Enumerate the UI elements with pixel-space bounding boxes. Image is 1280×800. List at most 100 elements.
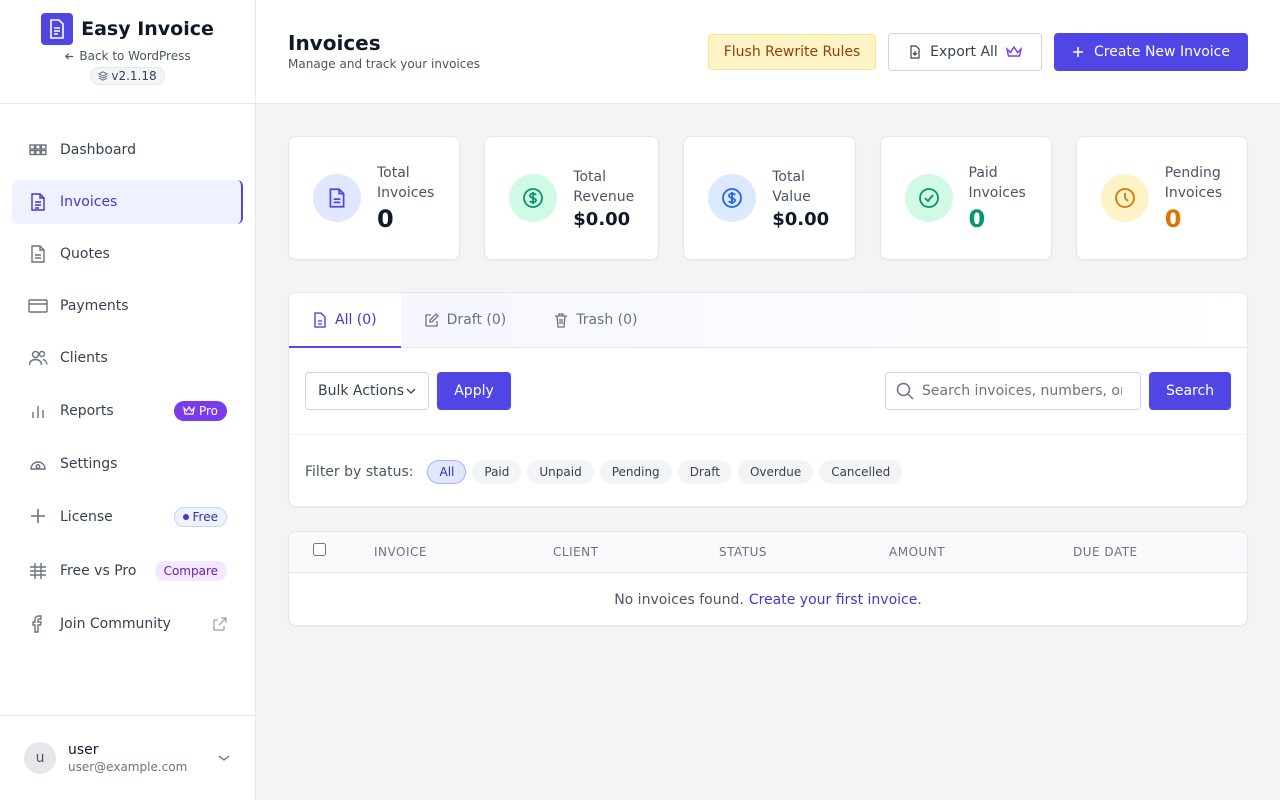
sidebar-item-license[interactable]: License Free	[12, 494, 243, 540]
clock-icon	[1100, 174, 1149, 222]
tab-all[interactable]: All (0)	[289, 293, 401, 348]
sidebar-item-reports[interactable]: Reports Pro	[12, 388, 243, 434]
trash-icon	[554, 312, 568, 328]
filter-chip-unpaid[interactable]: Unpaid	[527, 459, 594, 484]
stat-value: $0.00	[573, 208, 631, 230]
filter-chip-all[interactable]: All	[427, 459, 467, 484]
flush-rewrite-rules-button[interactable]: Flush Rewrite Rules	[708, 34, 876, 70]
document-icon	[28, 192, 48, 212]
external-link-icon	[213, 617, 227, 631]
tab-label: Trash (0)	[576, 312, 638, 328]
invoice-table: INVOICE CLIENT STATUS AMOUNT DUE DATE No…	[288, 531, 1248, 626]
tab-draft[interactable]: Draft (0)	[401, 293, 531, 347]
sidebar-item-free-vs-pro[interactable]: Free vs Pro Compare	[12, 548, 243, 594]
compare-badge: Compare	[154, 561, 227, 581]
dollar-circle-icon	[509, 174, 558, 222]
filter-chip-paid[interactable]: Paid	[472, 459, 522, 484]
bulk-actions-label: Bulk Actions	[318, 383, 405, 399]
stat-card-total-revenue: Total Revenue $0.00	[484, 136, 660, 260]
create-new-invoice-button[interactable]: Create New Invoice	[1054, 33, 1248, 71]
stat-value: $0.00	[772, 208, 830, 230]
sidebar-item-quotes[interactable]: Quotes	[12, 232, 243, 276]
column-header-status[interactable]: STATUS	[719, 545, 767, 559]
sidebar-item-label: Reports	[60, 403, 114, 419]
tab-label: Draft (0)	[446, 312, 507, 328]
stat-card-pending-invoices: Pending Invoices 0	[1075, 136, 1249, 260]
column-header-client[interactable]: CLIENT	[553, 545, 599, 559]
search-icon	[896, 382, 914, 400]
tab-trash[interactable]: Trash (0)	[530, 293, 661, 347]
status-dot-icon	[182, 514, 189, 520]
tab-label: All (0)	[335, 311, 377, 328]
user-menu[interactable]: u user user@example.com	[0, 715, 255, 800]
edit-icon	[424, 313, 439, 327]
sidebar-item-join-community[interactable]: Join Community	[12, 602, 243, 646]
filter-chip-overdue[interactable]: Overdue	[737, 459, 814, 484]
filter-chip-cancelled[interactable]: Cancelled	[819, 459, 903, 484]
grid-lines-icon	[28, 561, 48, 581]
column-header-invoice[interactable]: INVOICE	[374, 545, 427, 559]
create-first-invoice-link[interactable]: Create your first invoice	[749, 592, 918, 608]
brand-name: Easy Invoice	[81, 18, 214, 40]
search-box[interactable]	[885, 372, 1141, 410]
sidebar-item-label: Quotes	[60, 246, 110, 262]
create-invoice-label: Create New Invoice	[1093, 44, 1230, 60]
stat-card-total-invoices: Total Invoices 0	[288, 136, 461, 260]
select-all-checkbox[interactable]	[313, 543, 326, 556]
sidebar-item-label: Join Community	[60, 616, 171, 632]
sidebar-item-dashboard[interactable]: Dashboard	[12, 128, 243, 172]
layers-icon	[98, 71, 109, 81]
free-badge-label: Free	[192, 510, 218, 524]
credit-card-icon	[28, 296, 48, 316]
sidebar: Easy Invoice Back to WordPress v2.1.18 D…	[0, 0, 256, 800]
stat-card-total-value: Total Value $0.00	[683, 136, 856, 260]
filter-chip-draft[interactable]: Draft	[677, 459, 732, 484]
invoice-logo-icon	[41, 13, 74, 45]
free-badge: Free	[173, 507, 227, 527]
user-email: user@example.com	[68, 760, 188, 774]
dollar-circle-icon	[708, 174, 757, 222]
stat-label: Pending Invoices	[1164, 165, 1223, 201]
column-header-amount[interactable]: AMOUNT	[889, 545, 945, 559]
column-header-due-date[interactable]: DUE DATE	[1073, 545, 1138, 559]
chevron-down-icon[interactable]	[217, 751, 231, 765]
version-label: v2.1.18	[111, 69, 157, 83]
crown-icon	[183, 406, 195, 416]
empty-state-period: .	[917, 591, 922, 608]
sidebar-item-payments[interactable]: Payments	[12, 284, 243, 328]
apply-button[interactable]: Apply	[437, 372, 511, 410]
check-circle-icon	[904, 174, 953, 222]
export-all-button[interactable]: Export All	[888, 33, 1042, 71]
stat-value: 0	[1164, 205, 1182, 233]
stat-label: Total Invoices	[377, 165, 435, 201]
status-tabs: All (0) Draft (0) Trash (0)	[289, 293, 1247, 348]
sidebar-item-settings[interactable]: Settings	[12, 442, 243, 486]
stat-label: Total Value	[772, 168, 811, 205]
stat-value: 0	[968, 205, 986, 233]
page-title: Invoices	[288, 31, 381, 55]
brand-row[interactable]: Easy Invoice	[41, 13, 214, 45]
sidebar-item-label: Free vs Pro	[60, 563, 137, 579]
user-info: user user@example.com	[68, 742, 217, 774]
sidebar-nav: Dashboard Invoices Quotes Payments Clien…	[0, 104, 255, 646]
back-to-wordpress-link[interactable]: Back to WordPress	[64, 49, 191, 63]
page-header: Invoices Manage and track your invoices …	[256, 0, 1280, 104]
pro-badge: Pro	[173, 401, 227, 421]
search-input[interactable]	[922, 383, 1122, 399]
bulk-toolbar: Bulk Actions Apply Search	[305, 372, 1231, 410]
sidebar-item-invoices[interactable]: Invoices	[12, 180, 243, 224]
stat-card-paid-invoices: Paid Invoices 0	[879, 136, 1052, 260]
sidebar-item-label: Clients	[60, 350, 108, 366]
search-button[interactable]: Search	[1149, 372, 1231, 410]
version-badge: v2.1.18	[90, 67, 165, 85]
filter-chip-pending[interactable]: Pending	[599, 459, 672, 484]
brand-header: Easy Invoice Back to WordPress v2.1.18	[0, 0, 255, 104]
bulk-actions-select[interactable]: Bulk Actions	[305, 372, 429, 410]
table-header: INVOICE CLIENT STATUS AMOUNT DUE DATE	[289, 532, 1247, 573]
facebook-icon	[28, 614, 48, 634]
settings-icon	[28, 454, 48, 474]
invoice-filter-panel: All (0) Draft (0) Trash (0) Bulk Actions…	[288, 292, 1248, 507]
sidebar-item-clients[interactable]: Clients	[12, 336, 243, 380]
users-icon	[28, 348, 48, 368]
sidebar-item-label: Settings	[60, 456, 118, 472]
